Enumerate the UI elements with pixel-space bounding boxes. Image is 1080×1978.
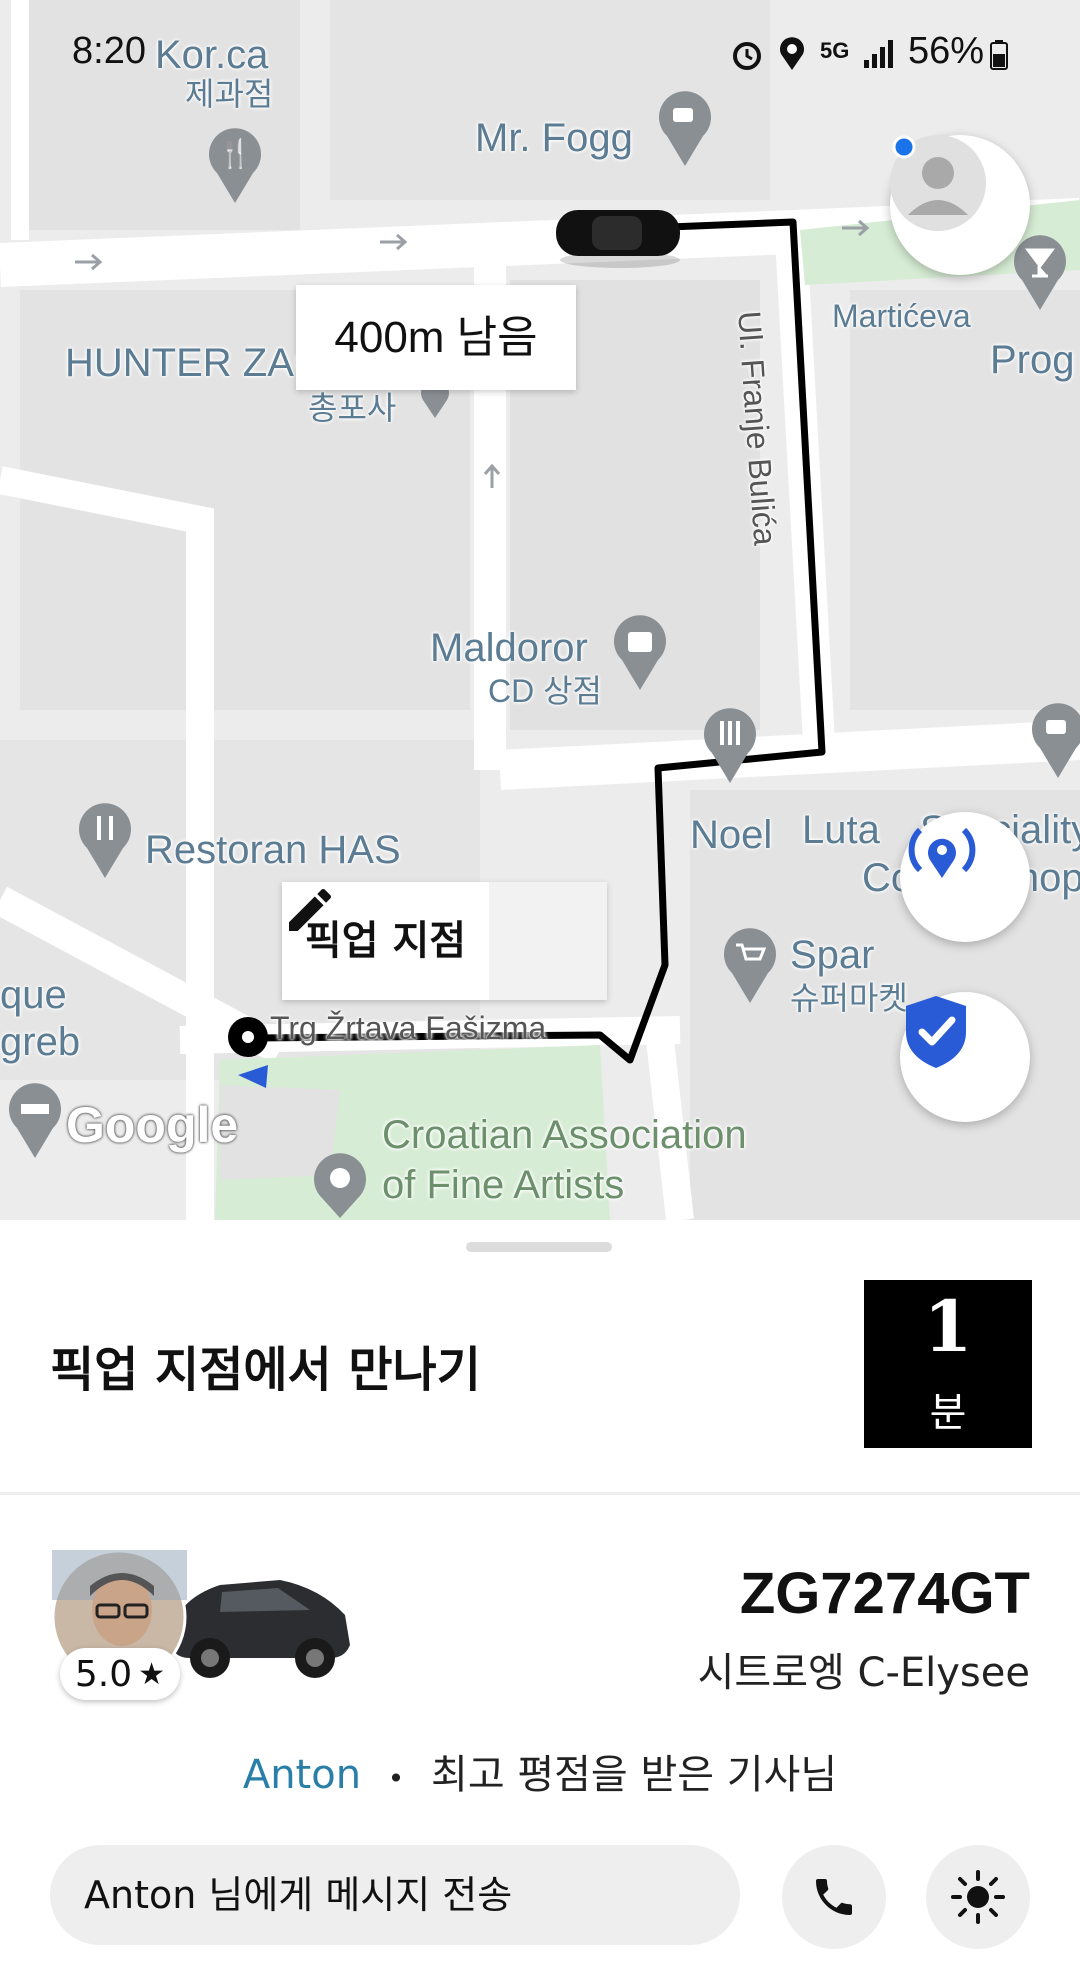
poi-bakery-sub: 제과점 <box>185 76 274 112</box>
phone-icon <box>816 1879 852 1915</box>
distance-remaining-label: 400m 남음 <box>296 285 576 390</box>
alarm-icon <box>733 42 761 70</box>
edit-pickup-button[interactable] <box>289 882 607 1000</box>
cafe-icon-2 <box>1032 703 1080 778</box>
gps-dot-icon <box>892 135 916 159</box>
location-icon <box>780 37 804 70</box>
sheet-title: 픽업 지점에서 만나기 <box>50 1342 481 1398</box>
restaurant-icon-3 <box>79 803 131 878</box>
license-plate: ZG7274GT <box>739 1561 1030 1626</box>
poi-luta: Luta <box>802 808 880 852</box>
safety-toolkit-button[interactable] <box>900 992 1030 1122</box>
street-marticeva: Martićeva <box>832 298 971 334</box>
cart-icon <box>724 928 776 1003</box>
call-driver-button[interactable] <box>782 1845 886 1949</box>
car-image <box>170 1580 350 1678</box>
poi-prog: Prog <box>990 338 1075 382</box>
car-model: 시트로엥 C-Elysee <box>697 1650 1030 1696</box>
separator-dot: • <box>387 1762 405 1795</box>
poi-restoran-has: Restoran HAS <box>145 828 401 872</box>
poi-noel: Noel <box>690 813 773 857</box>
driver-description: 최고 평점을 받은 기사님 <box>431 1752 838 1798</box>
poi-croatian-line2: of Fine Artists <box>382 1163 625 1207</box>
art-icon <box>314 1153 366 1218</box>
driver-car-marker <box>556 210 680 268</box>
restaurant-icon-2 <box>704 708 756 783</box>
street-trg: Trg Žrtava Fašizma <box>270 1010 547 1046</box>
sheet-drag-handle[interactable] <box>466 1242 612 1252</box>
eta-number: 1 <box>923 1285 973 1368</box>
message-driver-input[interactable]: Anton 님에게 메시지 전송 <box>50 1845 740 1945</box>
pickup-point-label[interactable]: 픽업 지점 <box>282 882 607 1000</box>
driver-name: Anton <box>242 1752 362 1798</box>
status-time: 8:20 <box>72 30 146 72</box>
sun-icon <box>951 1870 1005 1924</box>
restaurant-icon: 🍴 <box>209 128 261 203</box>
broadcast-location-icon <box>908 827 976 878</box>
pencil-icon <box>289 888 332 931</box>
map-view[interactable]: 🍴 Kor.ca 제과점 Mr. Fogg Martićeva Prog HUN… <box>0 0 1080 1220</box>
poi-mr-fogg: Mr. Fogg <box>475 116 633 160</box>
shield-check-icon <box>906 996 966 1068</box>
eta-unit: 분 <box>929 1390 967 1436</box>
poi-spar-sub: 슈퍼마켓 <box>790 980 908 1016</box>
driver-info-line: Anton • 최고 평점을 받은 기사님 <box>0 1742 1080 1800</box>
poi-maldoror-sub: CD 상점 <box>488 673 602 709</box>
poi-croatian-line1: Croatian Association <box>382 1113 747 1157</box>
sheet-divider <box>0 1492 1080 1495</box>
poi-maldoror: Maldoror <box>430 626 588 670</box>
battery-icon <box>990 40 1008 70</box>
star-icon: ★ <box>138 1656 166 1692</box>
signal-icon <box>864 40 893 68</box>
cafe-icon <box>659 91 711 166</box>
google-logo: Google <box>66 1097 239 1153</box>
poi-que: que <box>0 973 67 1017</box>
bar-icon <box>1014 235 1066 310</box>
shopping-icon <box>614 615 666 690</box>
network-type: 5G <box>820 38 850 63</box>
trip-bottom-sheet[interactable]: 픽업 지점에서 만나기 1 분 5.0 ★ ZG7274GT 시트로엥 C-El… <box>0 1220 1080 1978</box>
driver-rating-badge: 5.0 ★ <box>60 1648 180 1700</box>
eta-box: 1 분 <box>864 1280 1032 1448</box>
battery-percent: 56% <box>908 30 985 72</box>
driver-rating-value: 5.0 <box>74 1653 133 1695</box>
poi-greb: greb <box>0 1020 81 1064</box>
poi-hunter: HUNTER ZAG <box>65 341 325 385</box>
light-toggle-button[interactable] <box>926 1845 1030 1949</box>
distance-remaining-text: 400m 남음 <box>334 313 538 362</box>
hotel-icon <box>9 1083 62 1158</box>
svg-text:🍴: 🍴 <box>218 137 253 170</box>
share-location-button[interactable] <box>900 812 1030 942</box>
poi-spar: Spar <box>790 933 875 977</box>
poi-bakery: Kor.ca <box>155 33 269 77</box>
poi-hunter-sub: 총포사 <box>308 390 397 426</box>
